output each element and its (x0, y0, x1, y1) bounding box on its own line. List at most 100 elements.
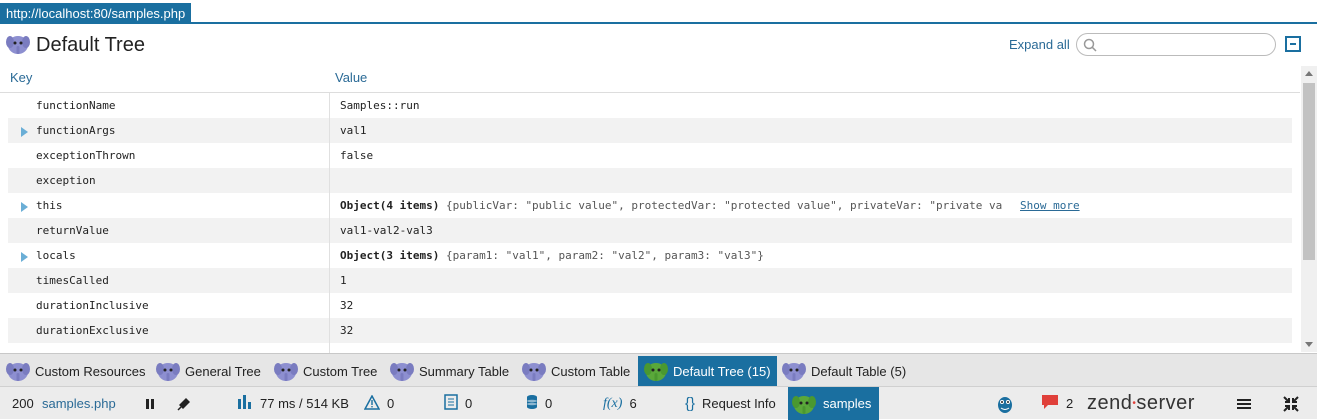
status-code: 200 (12, 396, 34, 411)
tab-default-tree[interactable]: Default Tree (15) (638, 356, 777, 386)
php-elephant-icon (6, 359, 30, 383)
z-ray-status-bar: 200 samples.php 77 ms / 514 KB 0 0 0 f(x… (0, 386, 1317, 420)
row-key: durationExclusive (36, 324, 149, 337)
bar-chart-icon (237, 394, 253, 413)
tree-rows: functionName Samples::run functionArgs v… (8, 93, 1292, 353)
warnings-panel[interactable]: 0 (363, 387, 395, 420)
expand-arrow-icon[interactable] (21, 202, 28, 212)
logo-word-zend: zend (1087, 392, 1133, 414)
warnings-count: 0 (387, 396, 395, 411)
row-value: 1 (340, 274, 347, 287)
search-box[interactable] (1076, 33, 1276, 56)
samples-extension[interactable]: samples (788, 387, 880, 420)
scroll-down-icon[interactable] (1305, 342, 1313, 347)
tab-custom-resources[interactable]: Custom Resources (6, 356, 146, 386)
php-elephant-icon (6, 32, 30, 56)
php-elephant-icon (274, 359, 298, 383)
row-key: returnValue (36, 224, 109, 237)
tab-custom-tree[interactable]: Custom Tree (274, 356, 377, 386)
tab-label: General Tree (185, 363, 261, 379)
tab-general-tree[interactable]: General Tree (156, 356, 261, 386)
row-key: exceptionThrown (36, 149, 136, 162)
url-tab[interactable]: http://localhost:80/samples.php (0, 3, 192, 24)
tab-custom-table[interactable]: Custom Table (522, 356, 630, 386)
warning-icon (363, 393, 381, 413)
functions-count: 6 (629, 396, 637, 411)
minimize-button[interactable] (1282, 387, 1300, 420)
scroll-thumb[interactable] (1303, 83, 1315, 260)
table-row[interactable]: durationExclusive 32 (8, 318, 1292, 343)
table-row[interactable]: exceptionThrown false (8, 143, 1292, 168)
tab-label: Summary Table (419, 363, 510, 379)
request-info-label: Request Info (702, 396, 776, 411)
pin-button[interactable] (177, 387, 191, 420)
row-value: false (340, 149, 374, 162)
function-icon: f(x) (603, 395, 623, 411)
tab-label: Default Tree (15) (673, 363, 771, 379)
zend-server-logo: zend • server (1087, 387, 1195, 420)
table-row[interactable] (8, 343, 1292, 353)
url-bar: http://localhost:80/samples.php (0, 0, 1317, 24)
tab-label: Custom Resources (35, 363, 146, 379)
row-key: timesCalled (36, 274, 109, 287)
panel-title: Default Tree (36, 34, 145, 56)
log-document-icon (444, 394, 458, 413)
queries-count: 0 (545, 396, 553, 411)
column-header-value[interactable]: Value (335, 68, 367, 92)
expand-arrow-icon[interactable] (21, 127, 28, 137)
tab-label: Custom Table (551, 363, 631, 379)
row-key: exception (36, 174, 96, 187)
expand-arrow-icon[interactable] (21, 252, 28, 262)
table-row[interactable]: functionName Samples::run (8, 93, 1292, 118)
notifications-button[interactable]: 2 (1041, 387, 1073, 420)
logs-panel[interactable]: 0 (444, 387, 472, 420)
debugger-button[interactable] (995, 387, 1015, 420)
logo-word-server: server (1136, 392, 1195, 414)
timing-panel[interactable]: 77 ms / 514 KB (237, 387, 349, 420)
table-row[interactable]: functionArgs val1 (8, 118, 1292, 143)
show-more-link[interactable]: Show more (1020, 193, 1080, 218)
functions-panel[interactable]: f(x) 6 (603, 387, 637, 420)
expand-all-link[interactable]: Expand all (1009, 37, 1070, 52)
tab-default-table[interactable]: Default Table (5) (782, 356, 906, 386)
tab-label: Default Table (5) (811, 363, 907, 379)
table-row[interactable]: returnValue val1-val2-val3 (8, 218, 1292, 243)
database-panel[interactable]: 0 (526, 387, 552, 420)
row-value: 32 (340, 324, 354, 337)
table-row[interactable]: durationInclusive 32 (8, 293, 1292, 318)
timing-value: 77 ms / 514 KB (260, 396, 349, 411)
row-value-type: Object(4 items) (340, 199, 440, 212)
row-value: val1 (340, 124, 367, 137)
vertical-scrollbar[interactable] (1301, 66, 1317, 352)
column-header-key[interactable]: Key (10, 68, 32, 92)
database-icon (526, 394, 538, 413)
pause-button[interactable] (145, 387, 155, 420)
row-key: functionArgs (36, 124, 116, 137)
request-info-panel[interactable]: {} Request Info (685, 387, 776, 420)
collapse-panel-button[interactable] (1285, 36, 1301, 52)
bug-icon (998, 396, 1012, 413)
table-row[interactable]: timesCalled 1 (8, 268, 1292, 293)
php-elephant-icon (792, 392, 816, 416)
row-value: Samples::run (340, 99, 420, 112)
row-value: val1-val2-val3 (340, 224, 433, 237)
table-row[interactable]: locals Object(3 items) {param1: "val1", … (8, 243, 1292, 268)
php-elephant-icon (782, 359, 806, 383)
search-input[interactable] (1103, 36, 1269, 53)
table-row[interactable]: exception (8, 168, 1292, 193)
row-value: Object(4 items) {publicVar: "public valu… (340, 193, 1002, 218)
table-row[interactable]: this Object(4 items) {publicVar: "public… (8, 193, 1292, 218)
extension-label: samples (823, 396, 872, 411)
scroll-up-icon[interactable] (1305, 71, 1313, 76)
row-key: functionName (36, 99, 116, 112)
php-elephant-icon (156, 359, 180, 383)
row-value: 32 (340, 299, 354, 312)
row-value-preview: {param1: "val1", param2: "val2", param3:… (445, 249, 764, 262)
row-key: durationInclusive (36, 299, 149, 312)
tab-summary-table[interactable]: Summary Table (390, 356, 509, 386)
collapse-arrows-icon (1283, 395, 1299, 412)
script-link[interactable]: samples.php (42, 387, 116, 420)
logs-count: 0 (465, 396, 473, 411)
extension-tabs: Custom Resources General Tree Custom Tre… (0, 353, 1317, 386)
menu-button[interactable] (1237, 387, 1251, 420)
